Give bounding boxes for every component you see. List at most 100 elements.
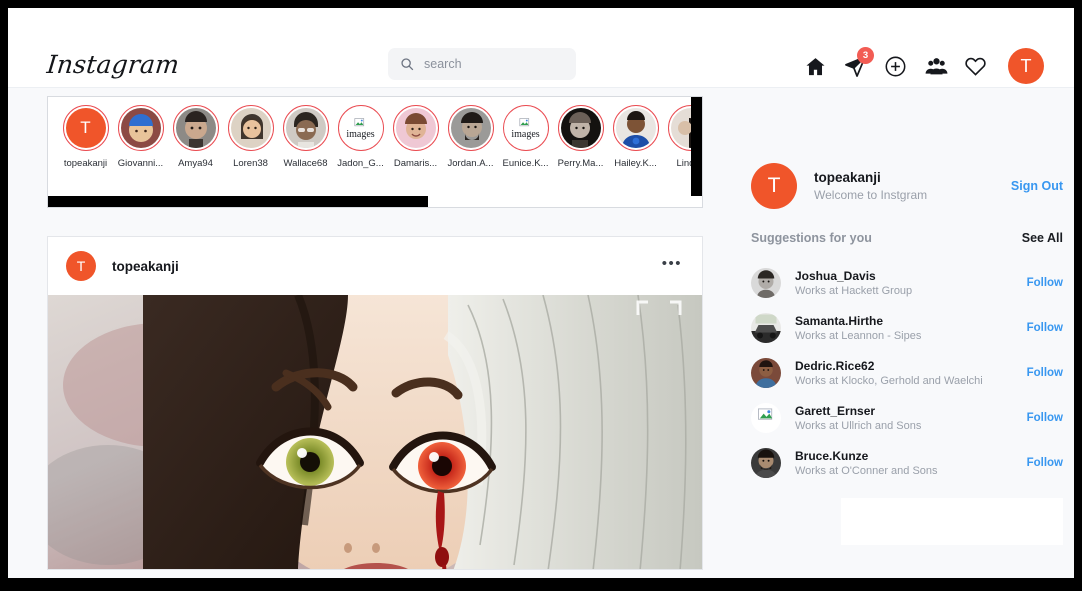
suggestion-row[interactable]: Joshua_Davis Works at Hackett Group Foll…: [751, 260, 1063, 305]
paper-plane-icon[interactable]: 3: [844, 46, 874, 78]
suggestion-work: Works at O'Conner and Sons: [795, 464, 938, 477]
follow-button[interactable]: Follow: [1027, 277, 1063, 289]
current-user-card: T topeakanji Welcome to Instgram Sign Ou…: [751, 163, 1063, 209]
story-username: Eunice.K...: [502, 158, 549, 169]
suggestion-name: Samanta.Hirthe: [795, 313, 884, 328]
suggestion-texts: Bruce.Kunze Works at O'Conner and Sons: [795, 449, 938, 477]
people-icon[interactable]: [924, 55, 948, 78]
stories-overflow-bar: [691, 97, 702, 198]
story-item[interactable]: Giovanni...: [113, 105, 168, 169]
suggestion-texts: Dedric.Rice62 Works at Klocko, Gerhold a…: [795, 359, 983, 387]
sidebar-placeholder-box: [841, 498, 1063, 545]
story-username: Wallace68: [283, 158, 328, 169]
broken-image-alt: images: [511, 128, 540, 140]
story-ring: [392, 105, 439, 151]
suggestion-avatar[interactable]: [751, 267, 781, 298]
story-item[interactable]: Loren38: [223, 105, 278, 169]
see-all-button[interactable]: See All: [1022, 231, 1063, 245]
story-item[interactable]: images Eunice.K...: [498, 105, 553, 169]
story-ring: [612, 105, 659, 151]
suggestion-work: Works at Klocko, Gerhold and Waelchi: [795, 374, 983, 387]
story-item[interactable]: T topeakanji: [58, 105, 113, 169]
story-ring: [282, 105, 329, 151]
suggestion-work: Works at Hackett Group: [795, 284, 913, 297]
story-username: Loren38: [233, 158, 268, 169]
stories-strip[interactable]: T topeakanji Giovanni... Amya94 Loren38 …: [48, 105, 702, 197]
story-avatar: T: [65, 108, 106, 148]
suggestion-name: Garett_Ernser: [795, 403, 876, 418]
post-author-username[interactable]: topeakanji: [112, 259, 179, 274]
feed-post: T topeakanji •••: [47, 236, 703, 570]
post-options-icon[interactable]: •••: [662, 256, 682, 271]
story-avatar: [120, 108, 161, 148]
story-ring: images: [502, 105, 549, 151]
suggestion-work: Works at Ullrich and Sons: [795, 419, 922, 432]
story-avatar-broken: images: [340, 108, 381, 148]
suggestion-name: Dedric.Rice62: [795, 358, 875, 373]
suggestion-row[interactable]: Garett_Ernser Works at Ullrich and Sons …: [751, 395, 1063, 440]
story-avatar: [230, 108, 271, 148]
suggestion-texts: Samanta.Hirthe Works at Leannon - Sipes: [795, 314, 921, 342]
current-user-subtitle: Welcome to Instgram: [814, 188, 928, 202]
story-item[interactable]: Hailey.K...: [608, 105, 663, 169]
story-item[interactable]: images Jadon_G...: [333, 105, 388, 169]
story-ring: [172, 105, 219, 151]
story-avatar: [175, 108, 216, 148]
story-item[interactable]: Amya94: [168, 105, 223, 169]
follow-button[interactable]: Follow: [1027, 457, 1063, 469]
post-header: T topeakanji •••: [48, 237, 702, 295]
story-username: Perry.Ma...: [557, 158, 604, 169]
current-user-name[interactable]: topeakanji: [814, 170, 927, 185]
story-username: Hailey.K...: [614, 158, 657, 169]
instagram-logo[interactable]: Instagram: [45, 50, 180, 79]
story-ring: images: [337, 105, 384, 151]
suggestion-row[interactable]: Bruce.Kunze Works at O'Conner and Sons F…: [751, 440, 1063, 485]
story-avatar: [560, 108, 601, 148]
broken-image-icon: [757, 407, 776, 429]
post-author-avatar[interactable]: T: [66, 251, 96, 281]
suggestion-texts: Joshua_Davis Works at Hackett Group: [795, 269, 912, 297]
story-avatar: [285, 108, 326, 148]
search-icon: [400, 57, 414, 71]
suggestion-avatar-broken[interactable]: [751, 402, 781, 433]
home-icon[interactable]: [804, 55, 827, 78]
search-input[interactable]: [424, 57, 554, 71]
suggestion-name: Bruce.Kunze: [795, 448, 869, 463]
right-sidebar: T topeakanji Welcome to Instgram Sign Ou…: [735, 88, 1074, 578]
story-avatar-broken: images: [505, 108, 546, 148]
suggestion-name: Joshua_Davis: [795, 268, 876, 283]
follow-button[interactable]: Follow: [1027, 322, 1063, 334]
suggestions-list: Joshua_Davis Works at Hackett Group Foll…: [751, 260, 1063, 485]
post-image[interactable]: [48, 295, 702, 569]
suggestions-title: Suggestions for you: [751, 231, 872, 245]
stories-scrollbar-thumb[interactable]: [48, 196, 428, 207]
stories-scrollbar-track[interactable]: [48, 196, 702, 207]
suggestion-avatar[interactable]: [751, 312, 781, 343]
story-username: Jadon_G...: [337, 158, 384, 169]
story-username: Amya94: [178, 158, 213, 169]
story-avatar: [615, 108, 656, 148]
story-ring: [117, 105, 164, 151]
heart-icon[interactable]: [964, 55, 987, 78]
user-avatar[interactable]: T: [1008, 48, 1044, 84]
story-item[interactable]: Damaris...: [388, 105, 443, 169]
current-user-avatar[interactable]: T: [751, 163, 797, 209]
story-ring: T: [62, 105, 109, 151]
suggestion-avatar[interactable]: [751, 357, 781, 388]
story-username: Damaris...: [393, 158, 438, 169]
follow-button[interactable]: Follow: [1027, 412, 1063, 424]
story-avatar: [450, 108, 491, 148]
suggestion-row[interactable]: Dedric.Rice62 Works at Klocko, Gerhold a…: [751, 350, 1063, 395]
stories-tray: T topeakanji Giovanni... Amya94 Loren38 …: [47, 96, 703, 208]
sign-out-button[interactable]: Sign Out: [1011, 179, 1063, 193]
story-ring: [227, 105, 274, 151]
suggestion-row[interactable]: Samanta.Hirthe Works at Leannon - Sipes …: [751, 305, 1063, 350]
follow-button[interactable]: Follow: [1027, 367, 1063, 379]
story-ring: [557, 105, 604, 151]
search-box[interactable]: [388, 48, 576, 80]
story-item[interactable]: Perry.Ma...: [553, 105, 608, 169]
story-item[interactable]: Wallace68: [278, 105, 333, 169]
story-item[interactable]: Jordan.A...: [443, 105, 498, 169]
plus-circle-icon[interactable]: [884, 55, 907, 78]
suggestion-avatar[interactable]: [751, 447, 781, 478]
